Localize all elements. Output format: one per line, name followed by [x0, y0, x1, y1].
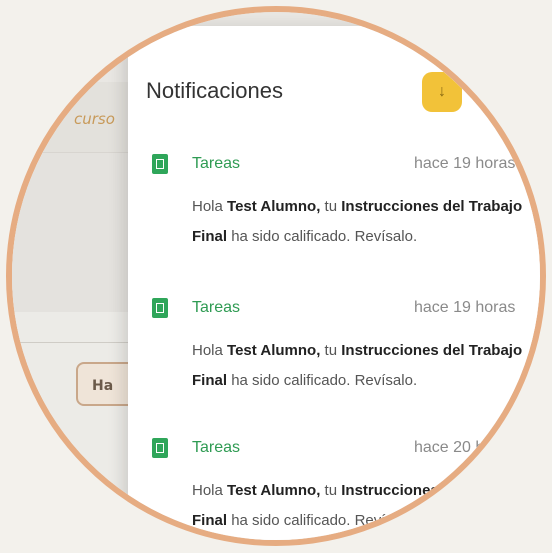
unread-dot-icon	[544, 162, 546, 168]
notification-time: hace 19 horas	[414, 299, 516, 316]
notification-category: Tareas	[192, 299, 241, 316]
course-link[interactable]: curso	[74, 110, 115, 128]
spreadsheet-icon	[152, 298, 168, 318]
notification-message: Hola Test Alumno, tu Instrucciones del T…	[192, 198, 523, 245]
unread-dot-icon	[544, 306, 546, 312]
notifications-panel: Notificaciones ↓ Tareas hace 19 horas Ho…	[128, 26, 540, 540]
notification-time: hace 19 horas	[414, 155, 516, 172]
notification-time: hace 20 horas	[414, 439, 516, 456]
notification-item[interactable]: Tareas hace 20 horas Hola Test Alumno, t…	[152, 438, 532, 536]
notification-category: Tareas	[192, 439, 241, 456]
arrow-icon[interactable]: ↓	[422, 72, 462, 112]
notification-item[interactable]: Tareas hace 19 horas Hola Test Alumno, t…	[152, 298, 532, 396]
magnifier-lens: curso Ha Notificaciones ↓ Tareas hace 19…	[6, 6, 546, 546]
magnified-screenshot: curso Ha Notificaciones ↓ Tareas hace 19…	[0, 0, 552, 553]
notification-message: Hola Test Alumno, tu Instrucciones del T…	[192, 342, 523, 389]
notification-category: Tareas	[192, 155, 241, 172]
panel-title: Notificaciones	[146, 78, 283, 103]
notification-item[interactable]: Tareas hace 19 horas Hola Test Alumno, t…	[152, 154, 532, 252]
notification-message: Hola Test Alumno, tu Instrucciones del T…	[192, 482, 523, 529]
spreadsheet-icon	[152, 154, 168, 174]
spreadsheet-icon	[152, 438, 168, 458]
